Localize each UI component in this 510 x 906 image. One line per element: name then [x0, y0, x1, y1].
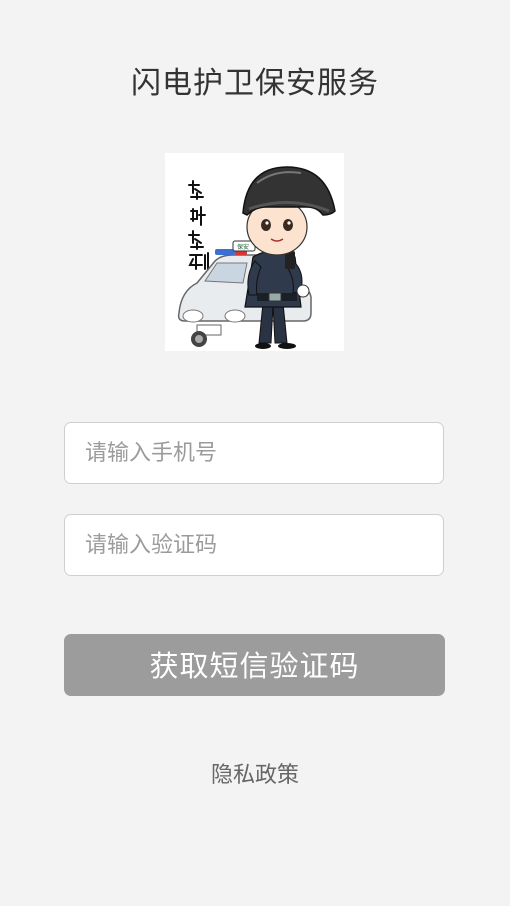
security-guard-logo-image: 保安: [165, 153, 344, 351]
verification-code-field[interactable]: [64, 514, 444, 576]
app-title: 闪电护卫保安服务: [131, 66, 379, 101]
calligraphy-slogan: [188, 180, 209, 272]
get-sms-code-button[interactable]: 获取短信验证码: [64, 634, 445, 696]
phone-number-input[interactable]: [65, 423, 443, 483]
verification-code-input[interactable]: [65, 515, 443, 575]
security-guard-illustration: 保安: [177, 166, 336, 349]
phone-number-field[interactable]: [64, 422, 444, 484]
car-badge-text: 保安: [237, 243, 249, 251]
privacy-policy-link[interactable]: 隐私政策: [0, 757, 510, 789]
